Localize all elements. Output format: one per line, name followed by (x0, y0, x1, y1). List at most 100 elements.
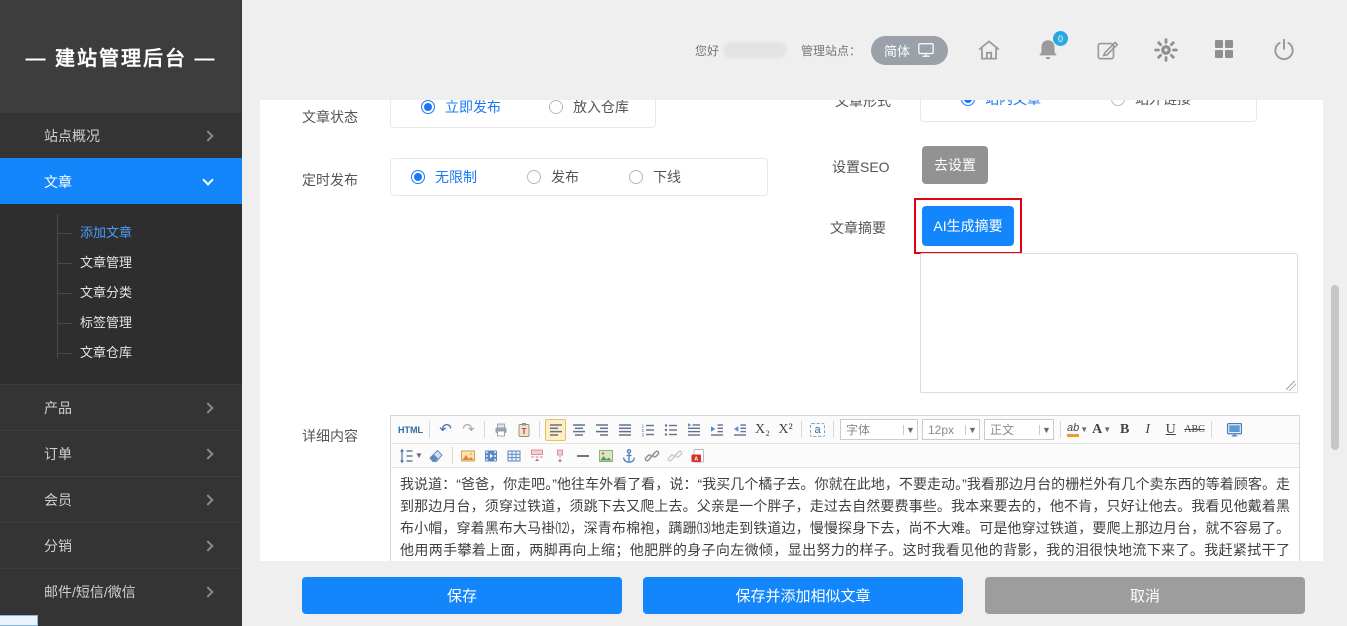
align-left-icon[interactable] (545, 419, 566, 441)
sidebar-item-label: 会员 (44, 490, 72, 510)
highlight-color-icon[interactable]: ab▼ (1066, 419, 1089, 441)
insert-image-icon[interactable] (458, 445, 479, 467)
image-manager-icon[interactable] (596, 445, 617, 467)
cancel-button[interactable]: 取消 (985, 577, 1305, 614)
radio-icon (1111, 100, 1125, 106)
section-break-icon[interactable] (550, 445, 571, 467)
auto-typeset-icon[interactable]: a (807, 419, 828, 441)
editor-content[interactable]: 我说道：“爸爸，你走吧。”他往车外看了看，说：“我买几个橘子去。你就在此地，不要… (391, 468, 1299, 561)
chevron-right-icon (202, 586, 213, 597)
align-center-icon[interactable] (568, 419, 589, 441)
paragraph-format-select[interactable]: 正文▼ (984, 419, 1054, 440)
outdent-icon[interactable] (729, 419, 750, 441)
sidebar-item-members[interactable]: 会员 (0, 476, 242, 522)
superscript-icon[interactable]: X² (775, 419, 796, 441)
font-color-icon[interactable]: A▼ (1091, 419, 1112, 441)
page-scrollbar-thumb[interactable] (1331, 285, 1339, 450)
sidebar-item-articles[interactable]: 文章 (0, 158, 242, 204)
language-display-button[interactable]: 简体 (871, 36, 948, 65)
article-status-group: 立即发布 放入仓库 (390, 100, 656, 128)
sidebar-item-orders[interactable]: 订单 (0, 430, 242, 476)
align-justify-icon[interactable] (614, 419, 635, 441)
compose-icon[interactable] (1094, 37, 1120, 63)
gear-icon[interactable] (1153, 37, 1179, 63)
apps-grid-icon[interactable] (1212, 37, 1238, 63)
content-card: 文章状态 立即发布 放入仓库 文章形式 站内文章 站外链接 定时发布 (260, 100, 1323, 561)
editor-toolbar-row-2: ▼ (391, 444, 1299, 468)
save-and-add-similar-button[interactable]: 保存并添加相似文章 (643, 577, 963, 614)
sidebar-item-tag-management[interactable]: 标签管理 (0, 308, 242, 338)
attachment-pdf-icon[interactable]: A (688, 445, 709, 467)
sidebar-item-label: 产品 (44, 398, 72, 418)
chevron-right-icon (202, 130, 213, 141)
article-type-label: 文章形式 (835, 100, 891, 111)
html-source-button[interactable]: HTML (397, 419, 424, 441)
italic-icon[interactable]: I (1137, 419, 1158, 441)
rich-text-editor: HTML ↶ ↷ T (390, 415, 1300, 561)
radio-publish[interactable]: 发布 (527, 167, 579, 187)
chevron-right-icon (202, 494, 213, 505)
article-status-label: 文章状态 (302, 107, 358, 127)
align-right-icon[interactable] (591, 419, 612, 441)
sidebar: — 建站管理后台 — 站点概况 文章 添加文章 文章管理 文章分类 标签管理 文… (0, 0, 242, 626)
font-size-select[interactable]: 12px▼ (922, 419, 980, 440)
print-icon[interactable] (490, 419, 511, 441)
font-family-select[interactable]: 字体▼ (840, 419, 918, 440)
power-icon[interactable] (1271, 37, 1297, 63)
line-height-icon[interactable]: ▼ (397, 445, 424, 467)
home-icon[interactable] (976, 37, 1002, 63)
unlink-icon[interactable] (665, 445, 686, 467)
insert-table-icon[interactable] (504, 445, 525, 467)
subscript-icon[interactable]: X₂ (752, 419, 773, 441)
unordered-list-icon[interactable] (660, 419, 681, 441)
language-label: 简体 (884, 41, 910, 60)
radio-offline[interactable]: 下线 (629, 167, 681, 187)
seo-settings-button[interactable]: 去设置 (922, 146, 988, 184)
strikethrough-icon[interactable]: ABC (1183, 419, 1206, 441)
chevron-down-icon (202, 174, 213, 185)
page-break-icon[interactable] (527, 445, 548, 467)
ordered-list-icon[interactable]: 123 (637, 419, 658, 441)
greeting-text: 您好 (695, 42, 719, 59)
sidebar-item-mail-sms-wechat[interactable]: 邮件/短信/微信 (0, 568, 242, 614)
radio-icon (961, 100, 975, 106)
undo-icon[interactable]: ↶ (435, 419, 456, 441)
link-icon[interactable] (642, 445, 663, 467)
article-type-group: 站内文章 站外链接 (920, 100, 1257, 122)
app-window: — 建站管理后台 — 站点概况 文章 添加文章 文章管理 文章分类 标签管理 文… (0, 0, 1347, 626)
insert-video-icon[interactable] (481, 445, 502, 467)
detail-content-label: 详细内容 (302, 426, 358, 446)
first-line-indent-icon[interactable] (683, 419, 704, 441)
sidebar-item-products[interactable]: 产品 (0, 384, 242, 430)
bold-icon[interactable]: B (1114, 419, 1135, 441)
sidebar-item-article-category[interactable]: 文章分类 (0, 278, 242, 308)
sidebar-nav: 站点概况 文章 添加文章 文章管理 文章分类 标签管理 文章仓库 产品 订单 (0, 112, 242, 614)
radio-internal-article[interactable]: 站内文章 (961, 100, 1041, 109)
sidebar-item-label: 分销 (44, 536, 72, 556)
ai-generate-summary-button[interactable]: AI生成摘要 (922, 206, 1014, 246)
preview-screen-icon[interactable] (1224, 419, 1245, 441)
radio-icon (527, 170, 541, 184)
summary-textarea[interactable] (920, 253, 1298, 393)
save-button[interactable]: 保存 (302, 577, 622, 614)
radio-external-link[interactable]: 站外链接 (1111, 100, 1191, 109)
radio-no-limit[interactable]: 无限制 (411, 167, 477, 187)
radio-publish-now[interactable]: 立即发布 (421, 100, 501, 117)
sidebar-item-site-overview[interactable]: 站点概况 (0, 112, 242, 158)
radio-icon (421, 100, 435, 114)
format-eraser-icon[interactable] (426, 445, 447, 467)
notification-badge: 0 (1053, 31, 1068, 46)
monitor-icon (917, 42, 935, 58)
redo-icon[interactable]: ↷ (458, 419, 479, 441)
sidebar-item-distribution[interactable]: 分销 (0, 522, 242, 568)
horizontal-rule-icon[interactable] (573, 445, 594, 467)
radio-put-in-warehouse[interactable]: 放入仓库 (549, 100, 629, 117)
bell-icon[interactable]: 0 (1035, 37, 1061, 63)
indent-icon[interactable] (706, 419, 727, 441)
sidebar-item-add-article[interactable]: 添加文章 (0, 218, 242, 248)
underline-icon[interactable]: U (1160, 419, 1181, 441)
sidebar-item-article-management[interactable]: 文章管理 (0, 248, 242, 278)
sidebar-item-article-warehouse[interactable]: 文章仓库 (0, 338, 242, 368)
anchor-icon[interactable] (619, 445, 640, 467)
paste-as-text-icon[interactable]: T (513, 419, 534, 441)
